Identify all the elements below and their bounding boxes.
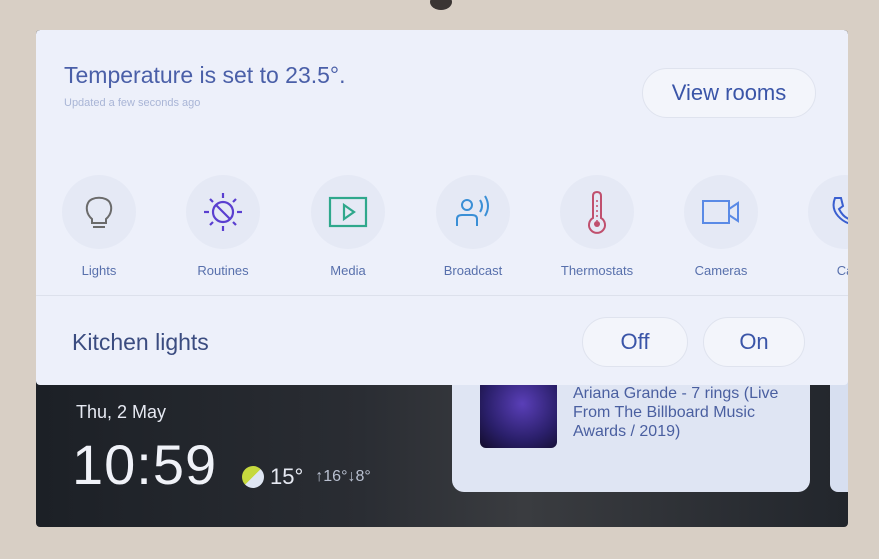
weather-temperature: 15° [270, 464, 304, 489]
category-tiles: Lights Routines Media Broadcast Thermost… [36, 175, 848, 285]
camera-lens [430, 0, 452, 10]
kitchen-lights-off-button[interactable]: Off [582, 317, 688, 367]
status-subtitle: Updated a few seconds ago [64, 97, 201, 109]
kitchen-lights-on-button[interactable]: On [703, 317, 805, 367]
thermometer-icon [588, 190, 606, 234]
kitchen-lights-label: Kitchen lights [72, 329, 209, 355]
lightbulb-icon [85, 196, 113, 228]
tile-label: Ca [836, 263, 848, 278]
tile-label: Media [330, 263, 366, 278]
track-title: Ariana Grande - 7 rings (Live From The B… [573, 385, 779, 440]
routines-sun-moon-icon [204, 193, 242, 231]
date: Thu, 2 May [76, 402, 167, 422]
media-card[interactable]: Ariana Grande - 7 rings (Live From The B… [452, 370, 810, 492]
media-play-icon [328, 196, 368, 228]
tile-routines[interactable]: Routines [168, 175, 278, 278]
device-screen: Thu, 2 May 10:59 15° ↑16°↓8° Ariana Gran… [36, 30, 848, 527]
view-rooms-button[interactable]: View rooms [642, 68, 816, 118]
tile-cameras[interactable]: Cameras [666, 175, 776, 278]
tile-calls[interactable]: Ca [790, 175, 848, 278]
album-art [480, 380, 557, 448]
tile-thermostats[interactable]: Thermostats [542, 175, 652, 278]
tile-broadcast[interactable]: Broadcast [418, 175, 528, 278]
phone-icon [832, 197, 848, 225]
partly-sunny-icon [242, 466, 264, 488]
status-title: Temperature is set to 23.5°. [64, 62, 346, 88]
clock: 10:59 [72, 433, 218, 496]
tile-label: Broadcast [443, 263, 503, 278]
tile-lights[interactable]: Lights [44, 175, 154, 278]
weather: 15° ↑16°↓8° [242, 464, 371, 490]
tile-media[interactable]: Media [293, 175, 403, 278]
tile-label: Lights [81, 263, 117, 278]
home-control-panel: Temperature is set to 23.5°. Updated a f… [36, 30, 848, 385]
broadcast-icon [456, 195, 489, 226]
tile-label: Thermostats [560, 263, 634, 278]
camera-icon [702, 200, 739, 224]
divider [36, 295, 848, 296]
next-card[interactable] [830, 370, 848, 492]
weather-range: ↑16°↓8° [315, 468, 371, 485]
tile-label: Cameras [694, 263, 748, 278]
tile-label: Routines [197, 263, 249, 278]
